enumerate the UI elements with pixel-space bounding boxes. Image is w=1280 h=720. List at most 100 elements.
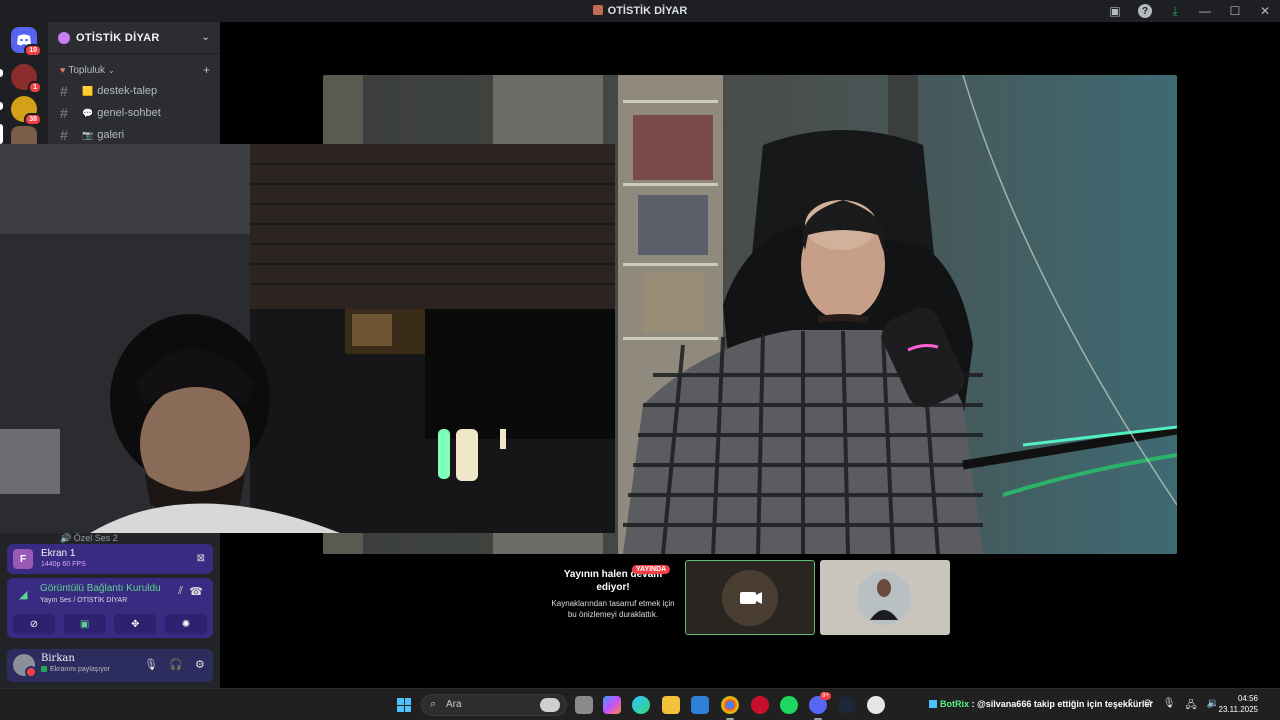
secondary-video-tile[interactable]: [0, 144, 615, 533]
channel-emoji: 📷: [82, 129, 94, 140]
copilot-icon[interactable]: [603, 696, 621, 714]
chevron-down-icon: ⌄: [108, 65, 115, 75]
screen-share-card[interactable]: F Ekran 1 1440p 60 FPS ⊠: [7, 544, 213, 574]
category-label: Topluluk: [68, 64, 106, 76]
edge-icon[interactable]: [632, 696, 650, 714]
window-title-text: OTİSTİK DİYAR: [607, 5, 688, 17]
sharing-icon: [41, 666, 47, 672]
category-header[interactable]: ♥ Topluluk ⌄ +: [48, 60, 220, 80]
mic-icon[interactable]: 🎙: [1163, 698, 1176, 715]
voice-status[interactable]: Görüntülü Bağlantı Kuruldu: [40, 583, 161, 594]
channel-galeri[interactable]: # 📷 galeri: [48, 124, 220, 146]
hash-icon: #: [60, 127, 68, 143]
network-icon[interactable]: 🖧: [1185, 698, 1196, 715]
close-button[interactable]: ✕: [1250, 0, 1280, 22]
voice-channel-name[interactable]: Yayın Ses / OTİSTİK DİYAR: [40, 597, 127, 604]
camera-icon: [740, 592, 756, 604]
stream-paused-notice: YAYINDA Yayının halen devam ediyor! Kayn…: [546, 565, 680, 620]
selected-pill: [0, 124, 3, 144]
plus-icon[interactable]: +: [203, 63, 210, 77]
paused-subtext: Kaynaklarından tasarruf etmek için bu ön…: [551, 599, 675, 619]
camera-thumbnail[interactable]: [685, 560, 815, 635]
mail-icon[interactable]: [691, 696, 709, 714]
search-label: Ara: [446, 699, 462, 710]
noise-suppression-icon[interactable]: ⫽: [178, 585, 183, 598]
unread-pill: [0, 102, 3, 110]
obs-icon[interactable]: [867, 696, 885, 714]
channel-label: destek-talep: [97, 85, 158, 97]
steam-icon[interactable]: [838, 696, 856, 714]
server-header[interactable]: OTİSTİK DİYAR ⌄: [48, 22, 220, 54]
download-icon[interactable]: ⤓: [1160, 0, 1190, 22]
user-status-text: Ekranını paylaşıyor: [50, 666, 110, 673]
webcam-scene: [0, 144, 615, 533]
user-panel: Birkan Ekranını paylaşıyor 🎙 🎧 ⚙: [7, 649, 213, 682]
discord-home-icon[interactable]: 10: [11, 27, 42, 57]
windows-icon[interactable]: [397, 698, 411, 712]
sync-icon[interactable]: ⟳: [1144, 698, 1152, 715]
minimize-button[interactable]: —: [1190, 0, 1220, 22]
server-icon[interactable]: 1: [11, 64, 42, 94]
system-tray: ⌃ ⟳ 🎙 🖧 🔉: [1126, 698, 1219, 715]
participant-thumbnail[interactable]: [820, 560, 950, 635]
opera-icon[interactable]: [751, 696, 769, 714]
screen-avatar: F: [13, 549, 33, 569]
channel-emoji: 🟨: [82, 85, 94, 96]
signal-icon[interactable]: ◢: [19, 588, 27, 601]
search-highlight-icon: [540, 698, 560, 712]
clock[interactable]: 04:56 23.11.2025: [1219, 693, 1258, 715]
live-badge: YAYINDA: [632, 565, 671, 574]
spotify-icon[interactable]: [780, 696, 798, 714]
server-badge: 38: [24, 113, 42, 126]
screen-share-button[interactable]: ▣: [63, 614, 106, 634]
hash-icon: #: [60, 105, 68, 121]
camera-off-button[interactable]: ⊘: [13, 614, 55, 634]
user-status: Ekranını paylaşıyor: [41, 666, 110, 673]
task-view-icon[interactable]: [575, 696, 593, 714]
voice-channel-label: Özel Ses 2: [73, 533, 118, 543]
stop-stream-icon[interactable]: ⊠: [197, 553, 205, 564]
unread-pill: [0, 69, 3, 77]
server-name: OTİSTİK DİYAR: [76, 31, 160, 44]
hash-icon: #: [60, 83, 68, 99]
chevron-down-icon: ⌄: [201, 32, 210, 43]
mic-icon[interactable]: 🎙: [144, 658, 158, 671]
hangup-icon[interactable]: ☎: [189, 585, 203, 598]
server-rail: 10 1 38: [0, 22, 48, 152]
search-icon: ⌕: [430, 698, 437, 710]
inbox-icon[interactable]: ▣: [1100, 0, 1130, 22]
window-title: OTİSTİK DİYAR: [0, 5, 1280, 17]
maximize-button[interactable]: ☐: [1220, 0, 1250, 22]
soundboard-button[interactable]: ✺: [164, 614, 207, 634]
gear-icon[interactable]: ⚙: [195, 658, 205, 671]
voice-channel-peek[interactable]: 🔊 Özel Ses 2: [60, 533, 118, 544]
chrome-icon[interactable]: [721, 696, 739, 720]
help-icon[interactable]: ?: [1138, 4, 1152, 18]
channel-panel: OTİSTİK DİYAR ⌄ ♥ Topluluk ⌄ + # 🟨 deste…: [48, 22, 220, 144]
ticker-icon: [929, 700, 937, 708]
activities-icon: ✥: [131, 618, 140, 630]
clock-time: 04:56: [1237, 694, 1258, 703]
server-icon[interactable]: 38: [11, 96, 42, 126]
channel-genel-sohbet[interactable]: # 💬 genel-sohbet: [48, 102, 220, 124]
user-name[interactable]: Birkan: [41, 653, 75, 664]
channel-destek-talep[interactable]: # 🟨 destek-talep: [48, 80, 220, 102]
file-explorer-icon[interactable]: [662, 696, 680, 714]
ticker-bot: BotRix: [940, 699, 969, 709]
stream-ticker: BotRix : @silvana666 takip ettiğin için …: [929, 699, 1153, 709]
heart-icon: ♥: [60, 65, 66, 75]
volume-icon[interactable]: 🔉: [1207, 698, 1219, 715]
headphones-icon[interactable]: 🎧: [169, 658, 183, 671]
activities-button[interactable]: ✥: [114, 614, 157, 634]
channel-emoji: 💬: [82, 107, 94, 118]
discord-icon[interactable]: 9+: [809, 692, 831, 720]
speaker-icon: 🔊: [60, 533, 74, 543]
taskbar-search[interactable]: ⌕ Ara: [421, 694, 567, 716]
tray-chevron-icon[interactable]: ⌃: [1126, 698, 1134, 715]
home-badge: 10: [24, 44, 42, 57]
server-badge: 1: [28, 81, 42, 94]
avatar[interactable]: [13, 654, 37, 678]
stream-quality: 1440p 60 FPS: [41, 561, 86, 568]
screen-share-title: Ekran 1: [41, 548, 76, 559]
title-bar: OTİSTİK DİYAR ▣ ? ⤓ — ☐ ✕: [0, 0, 1280, 22]
